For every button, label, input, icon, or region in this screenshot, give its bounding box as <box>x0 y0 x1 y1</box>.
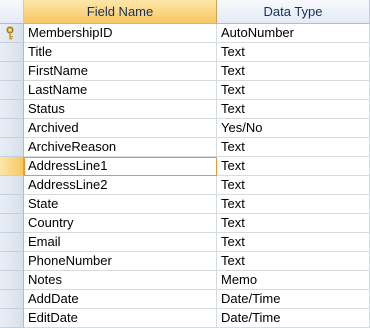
row-selector[interactable] <box>0 62 24 81</box>
row-selector[interactable] <box>0 119 24 138</box>
data-type-cell[interactable]: Yes/No <box>217 119 370 138</box>
data-type-cell[interactable]: Memo <box>217 271 370 290</box>
data-type-cell[interactable]: Text <box>217 195 370 214</box>
table-row[interactable]: LastName Text <box>0 81 370 100</box>
row-selector[interactable] <box>0 100 24 119</box>
field-name-cell[interactable]: Archived <box>24 119 217 138</box>
data-type-cell[interactable]: Text <box>217 233 370 252</box>
row-selector[interactable] <box>0 271 24 290</box>
table-row[interactable]: Status Text <box>0 100 370 119</box>
table-row[interactable]: AddressLine2 Text <box>0 176 370 195</box>
table-design-grid: Field Name Data Type MembershipID AutoNu… <box>0 0 370 328</box>
table-row[interactable]: AddDate Date/Time <box>0 290 370 309</box>
table-row[interactable]: ArchiveReason Text <box>0 138 370 157</box>
select-all-corner[interactable] <box>0 0 24 24</box>
field-name-cell[interactable]: State <box>24 195 217 214</box>
field-name-cell[interactable]: EditDate <box>24 309 217 328</box>
field-name-cell[interactable]: FirstName <box>24 62 217 81</box>
field-name-cell[interactable]: Notes <box>24 271 217 290</box>
table-row[interactable]: Archived Yes/No <box>0 119 370 138</box>
data-type-cell[interactable]: Text <box>217 138 370 157</box>
data-type-column-header[interactable]: Data Type <box>217 0 370 24</box>
row-selector[interactable] <box>0 43 24 62</box>
primary-key-icon <box>6 26 14 40</box>
row-selector[interactable] <box>0 252 24 271</box>
row-selector[interactable] <box>0 233 24 252</box>
data-type-cell[interactable]: Text <box>217 252 370 271</box>
data-type-cell[interactable]: AutoNumber <box>217 24 370 43</box>
field-name-cell[interactable]: ArchiveReason <box>24 138 217 157</box>
row-selector[interactable] <box>0 157 24 176</box>
row-selector[interactable] <box>0 81 24 100</box>
field-name-cell[interactable]: Title <box>24 43 217 62</box>
data-type-cell[interactable]: Text <box>217 81 370 100</box>
row-selector[interactable] <box>0 309 24 328</box>
data-type-cell[interactable]: Text <box>217 43 370 62</box>
field-name-column-header[interactable]: Field Name <box>24 0 217 24</box>
row-selector[interactable] <box>0 24 24 43</box>
table-row[interactable]: Country Text <box>0 214 370 233</box>
data-type-cell[interactable]: Text <box>217 62 370 81</box>
field-name-cell[interactable]: MembershipID <box>24 24 217 43</box>
field-name-cell[interactable]: Status <box>24 100 217 119</box>
data-type-cell[interactable]: Text <box>217 176 370 195</box>
table-row[interactable]: FirstName Text <box>0 62 370 81</box>
table-row[interactable]: MembershipID AutoNumber <box>0 24 370 43</box>
row-selector[interactable] <box>0 176 24 195</box>
field-rows: MembershipID AutoNumber Title Text First… <box>0 24 370 328</box>
table-row[interactable]: Title Text <box>0 43 370 62</box>
field-name-cell[interactable]: Country <box>24 214 217 233</box>
field-name-cell-active[interactable]: AddressLine1 <box>24 157 217 176</box>
field-name-cell[interactable]: Email <box>24 233 217 252</box>
data-type-cell[interactable]: Text <box>217 214 370 233</box>
field-name-cell[interactable]: AddDate <box>24 290 217 309</box>
data-type-cell[interactable]: Date/Time <box>217 290 370 309</box>
table-row[interactable]: State Text <box>0 195 370 214</box>
table-row[interactable]: PhoneNumber Text <box>0 252 370 271</box>
row-selector[interactable] <box>0 195 24 214</box>
row-selector[interactable] <box>0 290 24 309</box>
data-type-cell[interactable]: Text <box>217 157 370 176</box>
field-name-cell[interactable]: LastName <box>24 81 217 100</box>
table-row-current[interactable]: AddressLine1 Text <box>0 157 370 176</box>
field-name-cell[interactable]: PhoneNumber <box>24 252 217 271</box>
data-type-cell[interactable]: Text <box>217 100 370 119</box>
row-selector[interactable] <box>0 214 24 233</box>
grid-header: Field Name Data Type <box>0 0 370 24</box>
table-row[interactable]: EditDate Date/Time <box>0 309 370 328</box>
table-row[interactable]: Email Text <box>0 233 370 252</box>
data-type-cell[interactable]: Date/Time <box>217 309 370 328</box>
row-selector[interactable] <box>0 138 24 157</box>
table-row[interactable]: Notes Memo <box>0 271 370 290</box>
field-name-cell[interactable]: AddressLine2 <box>24 176 217 195</box>
